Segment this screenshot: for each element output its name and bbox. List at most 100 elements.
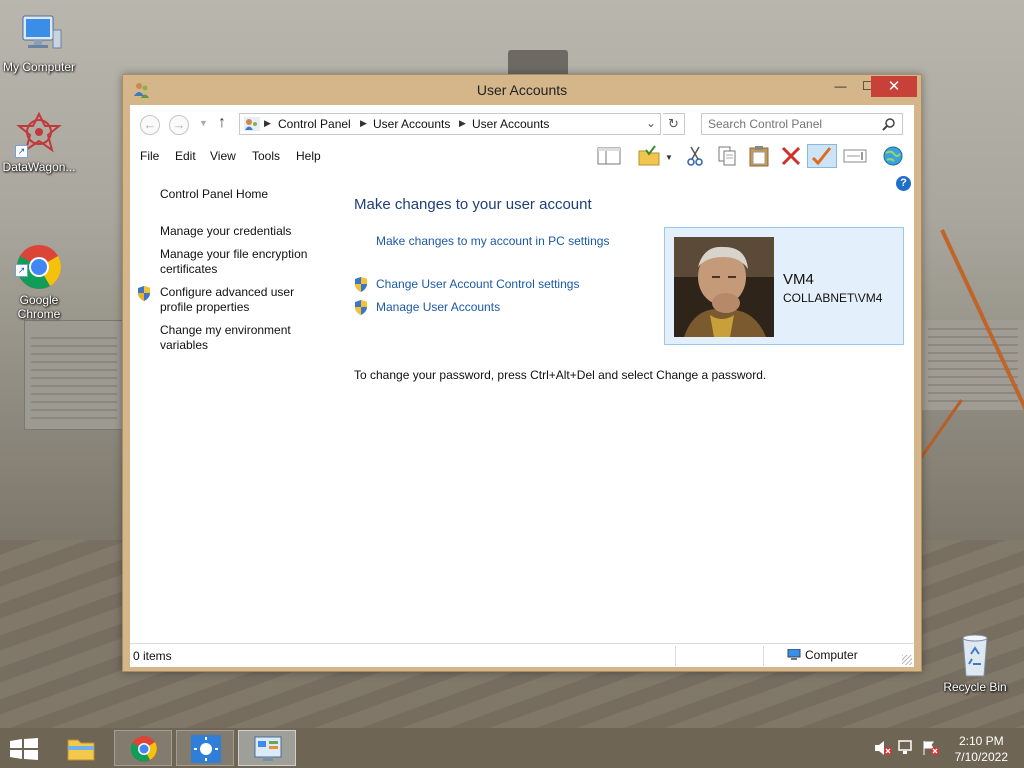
recycle-bin-icon <box>951 630 999 678</box>
breadcrumb-user-accounts[interactable]: User Accounts <box>472 117 549 131</box>
menu-help[interactable]: Help <box>296 149 321 163</box>
wallpaper-detail <box>922 320 1024 410</box>
address-history-dropdown[interactable]: ⌄ <box>646 116 656 130</box>
file-explorer-icon <box>66 734 96 762</box>
folder-check-icon[interactable] <box>636 144 662 168</box>
user-accounts-window: User Accounts — ☐ ✕ ← → ▼ ↑ ▶ Control Pa… <box>122 74 922 672</box>
resize-grip[interactable] <box>902 655 912 665</box>
refresh-icon: ↻ <box>668 116 679 131</box>
refresh-button[interactable]: ↻ <box>663 113 685 135</box>
uac-shield-icon <box>354 277 368 292</box>
cut-icon[interactable] <box>682 144 708 168</box>
taskbar-weather-app[interactable] <box>176 730 234 766</box>
user-account-card: VM4 COLLABNET\VM4 <box>664 227 904 345</box>
window-client-area: ← → ▼ ↑ ▶ Control Panel ▶ User Accounts … <box>130 105 914 667</box>
zone-indicator: Computer <box>787 648 858 662</box>
rename-icon[interactable] <box>842 144 868 168</box>
pc-settings-link[interactable]: Make changes to my account in PC setting… <box>376 234 609 248</box>
help-icon[interactable]: ? <box>896 176 911 191</box>
start-button[interactable] <box>10 738 38 760</box>
window-title: User Accounts <box>476 82 568 98</box>
properties-check-icon[interactable] <box>807 144 837 168</box>
configure-advanced-profile-link[interactable]: Configure advanced user profile properti… <box>160 285 310 315</box>
computer-icon <box>787 648 801 661</box>
menu-file[interactable]: File <box>140 149 159 163</box>
address-bar[interactable]: ▶ Control Panel ▶ User Accounts ▶ User A… <box>239 113 661 135</box>
back-arrow-icon: ← <box>143 117 157 132</box>
zone-label: Computer <box>805 648 858 662</box>
search-icon[interactable] <box>882 117 896 131</box>
copy-icon[interactable] <box>714 144 740 168</box>
taskbar: 2:10 PM 7/10/2022 <box>0 728 1024 768</box>
delete-icon[interactable] <box>778 144 804 168</box>
wallpaper-detail <box>24 320 124 430</box>
control-panel-icon <box>253 735 283 763</box>
folder-options-dropdown[interactable]: ▼ <box>665 153 673 162</box>
breadcrumb-user-accounts-category[interactable]: User Accounts <box>373 117 450 131</box>
forward-button[interactable]: → <box>169 115 189 135</box>
up-button[interactable]: ↑ <box>218 114 226 132</box>
desktop-icon-datawagon[interactable]: ↗ DataWagon... <box>0 110 78 174</box>
shortcut-arrow-icon: ↗ <box>15 145 28 158</box>
clock-date: 7/10/2022 <box>954 750 1008 764</box>
globe-icon[interactable] <box>880 144 906 168</box>
search-input[interactable] <box>708 115 878 133</box>
menu-edit[interactable]: Edit <box>175 149 196 163</box>
windows-logo-icon <box>10 738 38 760</box>
user-name: VM4 <box>783 271 814 288</box>
desktop-icon-label: Recycle Bin <box>943 680 1007 694</box>
password-instructions: To change your password, press Ctrl+Alt+… <box>354 368 767 382</box>
change-uac-settings-link[interactable]: Change User Account Control settings <box>376 277 579 291</box>
manage-encryption-certificates-link[interactable]: Manage your file encryption certificates <box>160 247 325 277</box>
breadcrumb-separator[interactable]: ▶ <box>360 118 367 129</box>
datawagon-icon: ↗ <box>15 110 63 158</box>
forward-arrow-icon: → <box>172 117 186 132</box>
minimize-button[interactable]: — <box>827 76 854 97</box>
menu-tools[interactable]: Tools <box>252 149 280 163</box>
uac-shield-icon <box>137 286 151 301</box>
user-avatar <box>674 237 774 337</box>
close-button[interactable]: ✕ <box>871 76 917 97</box>
network-icon[interactable] <box>898 740 916 756</box>
paste-icon[interactable] <box>746 144 772 168</box>
desktop-icon-label: DataWagon... <box>2 160 76 174</box>
breadcrumb-separator: ▶ <box>264 118 271 128</box>
search-box[interactable] <box>701 113 903 135</box>
user-domain: COLLABNET\VM4 <box>783 291 883 305</box>
manage-user-accounts-link[interactable]: Manage User Accounts <box>376 300 500 314</box>
recent-locations-dropdown[interactable]: ▼ <box>199 118 208 128</box>
item-count: 0 items <box>133 649 172 663</box>
computer-icon <box>15 10 63 58</box>
back-button[interactable]: ← <box>140 115 160 135</box>
status-divider <box>763 646 764 666</box>
up-arrow-icon: ↑ <box>218 114 226 131</box>
volume-muted-icon[interactable] <box>874 740 892 756</box>
breadcrumb-control-panel[interactable]: Control Panel <box>278 117 351 131</box>
desktop-icon-recycle-bin[interactable]: Recycle Bin <box>936 630 1014 694</box>
status-bar: 0 items Computer <box>130 643 914 667</box>
desktop-icon-label: Google Chrome <box>17 293 61 321</box>
status-divider <box>675 646 676 666</box>
desktop-icon-chrome[interactable]: ↗ Google Chrome <box>0 215 78 335</box>
action-center-flag-icon[interactable] <box>922 740 940 756</box>
sun-icon <box>191 735 221 763</box>
manage-credentials-link[interactable]: Manage your credentials <box>160 224 330 239</box>
page-title: Make changes to your user account <box>354 196 592 213</box>
shortcut-arrow-icon: ↗ <box>15 264 28 277</box>
taskbar-chrome[interactable] <box>114 730 172 766</box>
taskbar-control-panel[interactable] <box>238 730 296 766</box>
change-environment-variables-link[interactable]: Change my environment variables <box>160 323 310 353</box>
control-panel-home-link[interactable]: Control Panel Home <box>160 187 330 202</box>
chrome-icon: ↗ <box>15 229 63 289</box>
title-bar[interactable]: User Accounts — ☐ ✕ <box>123 75 921 105</box>
chrome-icon <box>129 735 159 763</box>
clock-time: 2:10 PM <box>958 734 1004 748</box>
breadcrumb-separator[interactable]: ▶ <box>459 118 466 129</box>
layout-pane-icon[interactable] <box>596 144 622 168</box>
menu-bar: File Edit View Tools Help ▼ <box>130 141 914 171</box>
navigation-bar: ← → ▼ ↑ ▶ Control Panel ▶ User Accounts … <box>130 105 914 141</box>
taskbar-file-explorer[interactable] <box>52 730 110 766</box>
system-clock[interactable]: 2:10 PM 7/10/2022 <box>955 733 1008 765</box>
desktop-icon-my-computer[interactable]: My Computer <box>0 10 78 74</box>
menu-view[interactable]: View <box>210 149 236 163</box>
